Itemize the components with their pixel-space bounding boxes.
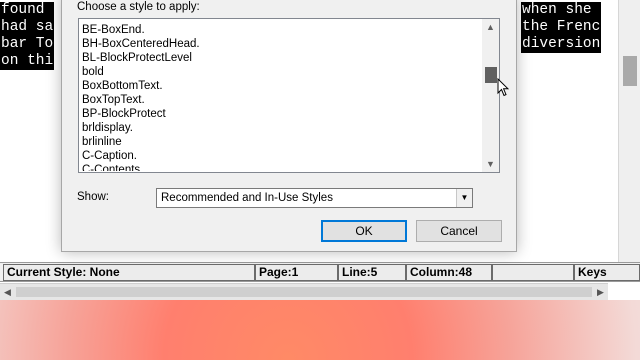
- style-list-item[interactable]: brlinline: [82, 135, 122, 149]
- mouse-pointer-icon: [497, 78, 509, 97]
- editor-scroll-thumb[interactable]: [623, 56, 637, 86]
- chevron-down-icon[interactable]: ▼: [485, 158, 496, 170]
- document-text-left: had sa: [0, 19, 55, 36]
- style-list-item[interactable]: BL-BlockProtectLevel: [82, 51, 192, 65]
- style-list-item[interactable]: BoxBottomText.: [82, 79, 163, 93]
- style-list-item[interactable]: BE-BoxEnd.: [82, 23, 145, 37]
- show-filter-value: Recommended and In-Use Styles: [161, 192, 333, 204]
- dropdown-arrow-icon[interactable]: ▼: [456, 189, 472, 207]
- style-list-item[interactable]: C-Caption.: [82, 149, 137, 163]
- status-line: Line:5: [338, 264, 406, 281]
- status-bar: Current Style: None Page:1 Line:5 Column…: [0, 262, 640, 282]
- arrow-left-icon[interactable]: ◀: [4, 284, 11, 301]
- document-text-right: the Frenc: [521, 19, 602, 36]
- style-list-item[interactable]: BH-BoxCenteredHead.: [82, 37, 200, 51]
- style-list-item[interactable]: BP-BlockProtect: [82, 107, 166, 121]
- style-list-item[interactable]: bold: [82, 65, 104, 79]
- status-current-style: Current Style: None: [3, 264, 255, 281]
- apply-style-dialog: Choose a style to apply: BE-BoxEnd. BH-B…: [61, 0, 517, 252]
- dialog-prompt-label: Choose a style to apply:: [77, 1, 200, 13]
- chevron-up-icon[interactable]: ▲: [485, 21, 496, 33]
- horizontal-scroll-thumb[interactable]: [16, 287, 592, 297]
- editor-vertical-scrollbar[interactable]: [618, 0, 640, 264]
- editor-horizontal-scrollbar[interactable]: ◀ ▶: [0, 283, 608, 300]
- document-text-right: diversion: [521, 36, 602, 53]
- style-list-item[interactable]: BoxTopText.: [82, 93, 145, 107]
- cancel-button[interactable]: Cancel: [416, 220, 502, 242]
- document-text-left: found: [0, 2, 55, 19]
- arrow-right-icon[interactable]: ▶: [597, 284, 604, 301]
- status-column: Column:48: [406, 264, 492, 281]
- document-text-left: on thi: [0, 53, 55, 70]
- status-empty-cell: [492, 264, 574, 281]
- document-text-left: bar To: [0, 36, 55, 53]
- show-label: Show:: [77, 191, 109, 203]
- document-text-right: when she: [521, 2, 602, 19]
- style-list-item[interactable]: brldisplay.: [82, 121, 133, 135]
- ok-button[interactable]: OK: [321, 220, 407, 242]
- style-list-item[interactable]: C-Contents.: [82, 163, 143, 171]
- style-list-scroll-thumb[interactable]: [485, 67, 497, 83]
- status-keys: Keys: [574, 264, 640, 281]
- status-page: Page:1: [255, 264, 338, 281]
- style-listbox[interactable]: BE-BoxEnd. BH-BoxCenteredHead. BL-BlockP…: [78, 18, 500, 173]
- show-filter-select[interactable]: Recommended and In-Use Styles ▼: [156, 188, 473, 208]
